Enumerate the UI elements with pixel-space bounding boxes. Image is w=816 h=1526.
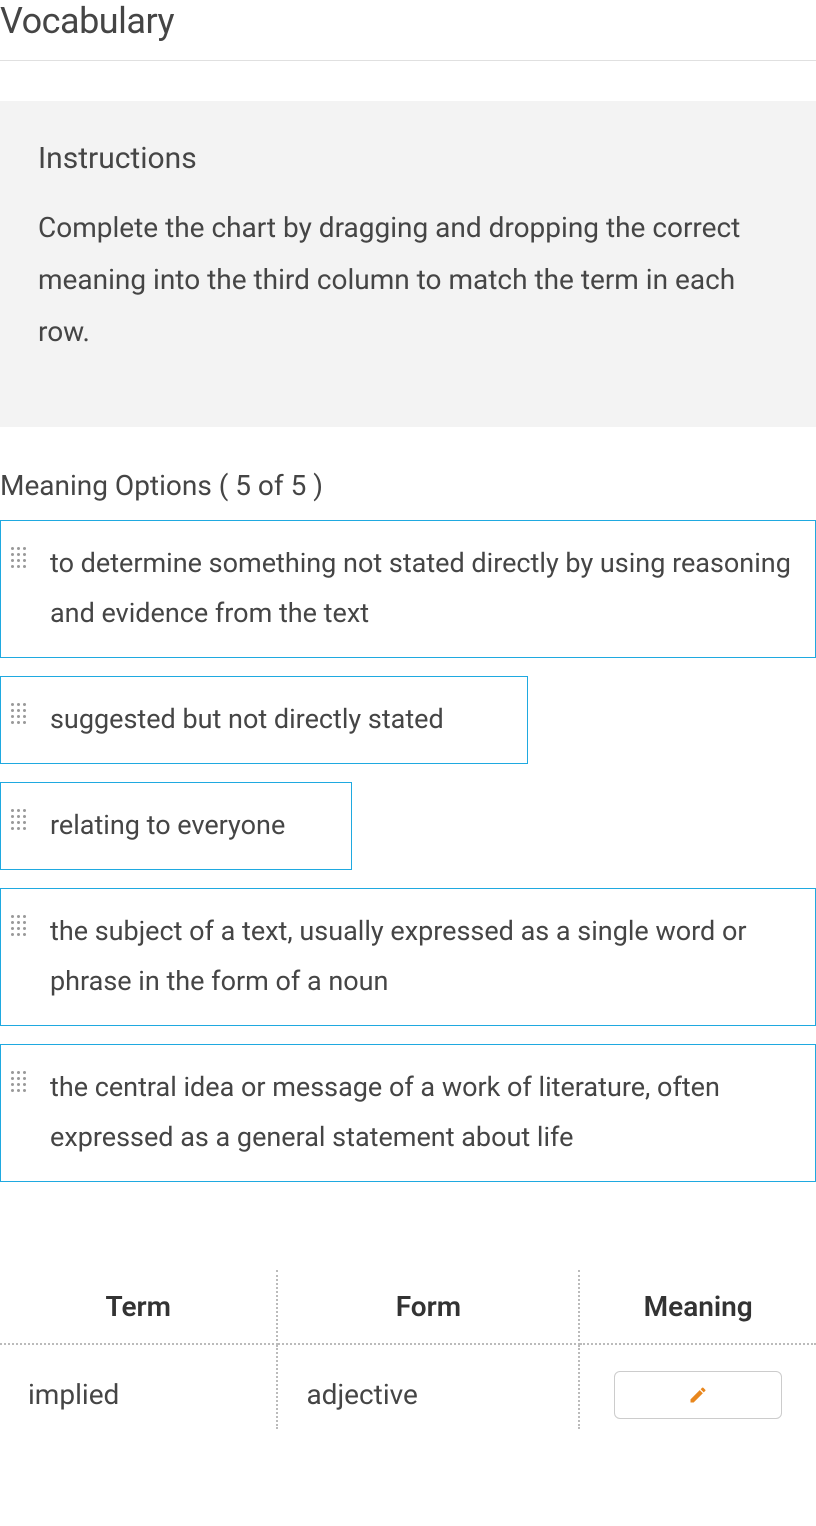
- drag-handle-icon: [11, 915, 26, 936]
- option-item[interactable]: relating to everyone: [0, 782, 352, 870]
- drag-handle-icon: [11, 547, 26, 568]
- drag-handle-icon: [11, 809, 26, 830]
- option-item[interactable]: suggested but not directly stated: [0, 676, 528, 764]
- page-title: Vocabulary: [0, 0, 816, 60]
- option-text: to determine something not stated direct…: [50, 539, 795, 639]
- table-header-form: Form: [277, 1270, 579, 1344]
- option-text: relating to everyone: [50, 801, 285, 851]
- meaning-drop-target[interactable]: [614, 1371, 782, 1419]
- term-cell: implied: [0, 1344, 277, 1429]
- option-item[interactable]: to determine something not stated direct…: [0, 520, 816, 658]
- vocab-table-container: Term Form Meaning implied adjective: [0, 1270, 816, 1429]
- option-text: suggested but not directly stated: [50, 695, 444, 745]
- table-row: implied adjective: [0, 1344, 816, 1429]
- options-label: Meaning Options ( 5 of 5 ): [0, 469, 816, 502]
- divider: [0, 60, 816, 61]
- instructions-text: Complete the chart by dragging and dropp…: [38, 202, 778, 357]
- pencil-icon: [688, 1385, 708, 1405]
- table-header-term: Term: [0, 1270, 277, 1344]
- drag-handle-icon: [11, 703, 26, 724]
- table-header-meaning: Meaning: [579, 1270, 816, 1344]
- form-cell: adjective: [277, 1344, 579, 1429]
- instructions-box: Instructions Complete the chart by dragg…: [0, 101, 816, 427]
- option-item[interactable]: the subject of a text, usually expressed…: [0, 888, 816, 1026]
- instructions-heading: Instructions: [38, 141, 778, 176]
- vocab-table: Term Form Meaning implied adjective: [0, 1270, 816, 1429]
- option-text: the central idea or message of a work of…: [50, 1063, 795, 1163]
- option-text: the subject of a text, usually expressed…: [50, 907, 795, 1007]
- drag-handle-icon: [11, 1071, 26, 1092]
- option-item[interactable]: the central idea or message of a work of…: [0, 1044, 816, 1182]
